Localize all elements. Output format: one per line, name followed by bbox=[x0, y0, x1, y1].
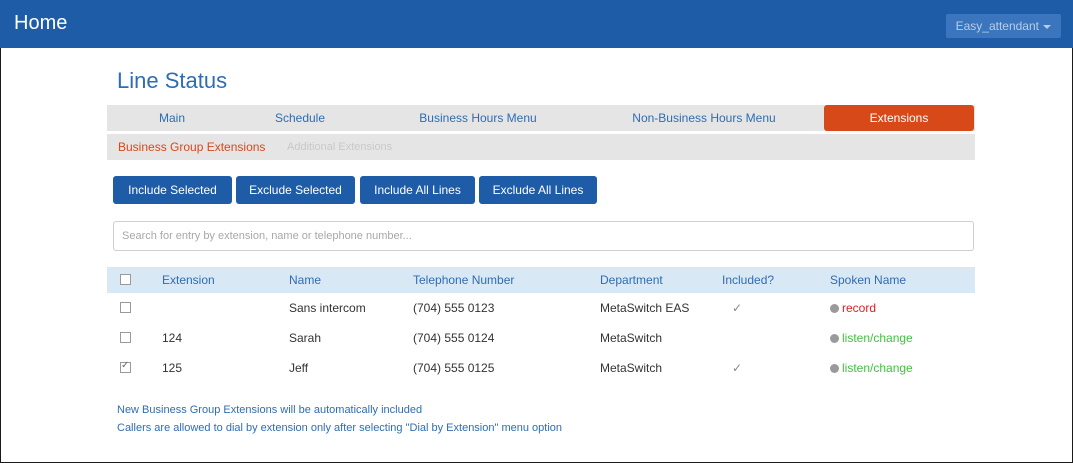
listen-change-link[interactable]: listen/change bbox=[842, 331, 913, 345]
tab-non-business-hours-menu[interactable]: Non-Business Hours Menu bbox=[619, 105, 789, 131]
spoken-name-cell: listen/change bbox=[830, 361, 913, 375]
spoken-name-cell: record bbox=[830, 301, 876, 315]
include-all-lines-button[interactable]: Include All Lines bbox=[360, 176, 475, 204]
table-row: 124 Sarah (704) 555 0124 MetaSwitch list… bbox=[107, 323, 975, 353]
included-check-icon: ✓ bbox=[732, 301, 743, 315]
table-header: Extension Name Telephone Number Departme… bbox=[107, 267, 975, 293]
top-navbar: Home Easy_attendant bbox=[0, 0, 1073, 48]
page-title: Line Status bbox=[117, 68, 228, 93]
cell-name: Jeff bbox=[289, 361, 309, 375]
select-all-checkbox[interactable] bbox=[120, 274, 131, 285]
spoken-name-cell: listen/change bbox=[830, 331, 913, 345]
info-note-auto-include: New Business Group Extensions will be au… bbox=[117, 404, 423, 416]
cell-telephone-number: (704) 555 0125 bbox=[413, 361, 495, 375]
tab-extensions[interactable]: Extensions bbox=[824, 105, 974, 131]
column-header-department[interactable]: Department bbox=[600, 273, 663, 287]
cell-name: Sarah bbox=[289, 331, 322, 345]
cell-extension: 125 bbox=[162, 361, 183, 375]
column-header-spoken-name[interactable]: Spoken Name bbox=[830, 273, 906, 287]
home-link[interactable]: Home bbox=[14, 12, 67, 35]
column-header-name[interactable]: Name bbox=[289, 273, 321, 287]
cell-department: MetaSwitch EAS bbox=[600, 301, 690, 315]
chevron-down-icon bbox=[1043, 24, 1051, 29]
column-header-included[interactable]: Included? bbox=[722, 273, 774, 287]
main-tab-bar: Main Schedule Business Hours Menu Non-Bu… bbox=[107, 105, 975, 131]
subtab-business-group-extensions[interactable]: Business Group Extensions bbox=[118, 140, 265, 154]
user-menu-label: Easy_attendant bbox=[955, 19, 1039, 33]
table-row: 125 Jeff (704) 555 0125 MetaSwitch ✓ lis… bbox=[107, 353, 975, 383]
tab-business-hours-menu[interactable]: Business Hours Menu bbox=[407, 105, 549, 131]
tab-main[interactable]: Main bbox=[147, 105, 197, 131]
user-menu-dropdown[interactable]: Easy_attendant bbox=[945, 14, 1061, 38]
table-row: Sans intercom (704) 555 0123 MetaSwitch … bbox=[107, 293, 975, 323]
column-header-extension[interactable]: Extension bbox=[162, 273, 215, 287]
exclude-all-lines-button[interactable]: Exclude All Lines bbox=[479, 176, 597, 204]
cell-extension: 124 bbox=[162, 331, 183, 345]
include-selected-button[interactable]: Include Selected bbox=[113, 176, 232, 204]
search-input[interactable] bbox=[113, 221, 974, 251]
speaker-icon bbox=[830, 334, 839, 343]
cell-department: MetaSwitch bbox=[600, 331, 663, 345]
tab-schedule[interactable]: Schedule bbox=[267, 105, 333, 131]
subtab-additional-extensions[interactable]: Additional Extensions bbox=[287, 141, 392, 153]
row-checkbox[interactable] bbox=[120, 360, 131, 373]
cell-department: MetaSwitch bbox=[600, 361, 663, 375]
speaker-icon bbox=[830, 304, 839, 313]
column-header-telephone-number[interactable]: Telephone Number bbox=[413, 273, 514, 287]
row-checkbox[interactable] bbox=[120, 302, 131, 313]
listen-change-link[interactable]: listen/change bbox=[842, 361, 913, 375]
speaker-icon bbox=[830, 364, 839, 373]
sub-tab-bar: Business Group Extensions Additional Ext… bbox=[107, 134, 975, 160]
row-checkbox[interactable] bbox=[120, 332, 131, 343]
cell-telephone-number: (704) 555 0124 bbox=[413, 331, 495, 345]
info-note-dial-by-extension: Callers are allowed to dial by extension… bbox=[117, 422, 562, 434]
record-link[interactable]: record bbox=[842, 301, 876, 315]
cell-telephone-number: (704) 555 0123 bbox=[413, 301, 495, 315]
exclude-selected-button[interactable]: Exclude Selected bbox=[236, 176, 355, 204]
cell-name: Sans intercom bbox=[289, 301, 366, 315]
included-check-icon: ✓ bbox=[732, 361, 743, 375]
